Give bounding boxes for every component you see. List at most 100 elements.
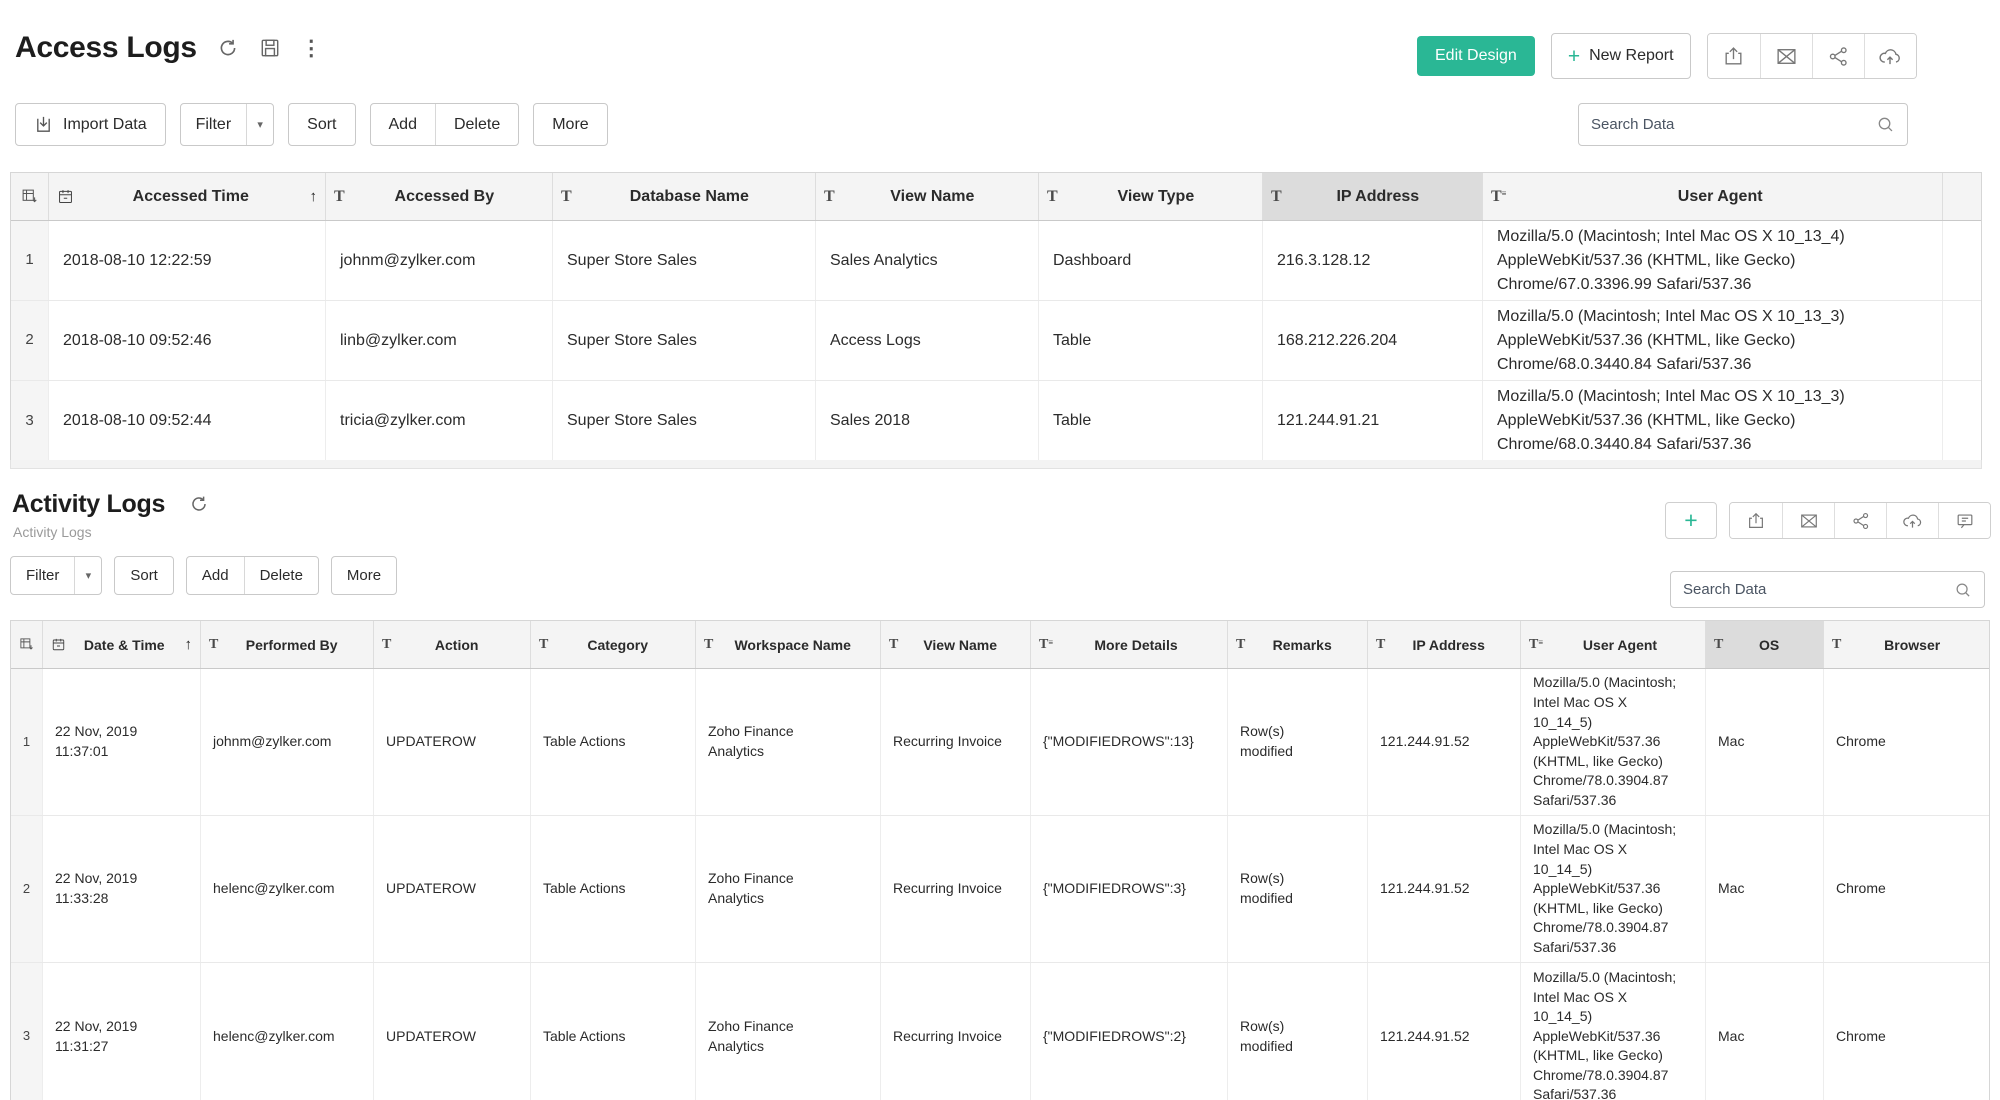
column-header-view-type[interactable]: T View Type <box>1039 173 1263 220</box>
cell-view-name[interactable]: Recurring Invoice <box>881 816 1031 962</box>
column-header-user-agent[interactable]: T≡ User Agent <box>1483 173 1943 220</box>
cell-ip-address[interactable]: 121.244.91.21 <box>1263 381 1483 461</box>
column-header-os[interactable]: T OS <box>1706 621 1824 668</box>
cell-date-time[interactable]: 22 Nov, 2019 11:37:01 <box>43 669 201 815</box>
refresh-button[interactable] <box>217 37 239 59</box>
cell-user-agent[interactable]: Mozilla/5.0 (Macintosh; Intel Mac OS X 1… <box>1483 221 1943 300</box>
cell-workspace-name[interactable]: Zoho Finance Analytics <box>696 963 881 1100</box>
sort-button[interactable]: Sort <box>114 556 174 595</box>
cell-view-name[interactable]: Sales 2018 <box>816 381 1039 461</box>
filter-button[interactable]: Filter <box>11 557 74 594</box>
cell-performed-by[interactable]: johnm@zylker.com <box>201 669 374 815</box>
cell-workspace-name[interactable]: Zoho Finance Analytics <box>696 816 881 962</box>
add-button[interactable]: Add <box>187 557 244 594</box>
filter-dropdown-button[interactable]: ▾ <box>246 104 273 145</box>
column-header-accessed-by[interactable]: T Accessed By <box>326 173 553 220</box>
export-button[interactable] <box>1708 34 1760 78</box>
column-header-more-details[interactable]: T≡ More Details <box>1031 621 1228 668</box>
more-button[interactable]: More <box>533 103 607 146</box>
cell-user-agent[interactable]: Mozilla/5.0 (Macintosh; Intel Mac OS X 1… <box>1521 669 1706 815</box>
cell-view-name[interactable]: Recurring Invoice <box>881 963 1031 1100</box>
column-header-date-time[interactable]: Date & Time ↑ <box>43 621 201 668</box>
cell-more-details[interactable]: {"MODIFIEDROWS":13} <box>1031 669 1228 815</box>
column-header-action[interactable]: T Action <box>374 621 531 668</box>
email-button[interactable] <box>1782 503 1834 538</box>
column-header-workspace-name[interactable]: T Workspace Name <box>696 621 881 668</box>
row-number[interactable]: 3 <box>11 963 43 1100</box>
cell-view-name[interactable]: Recurring Invoice <box>881 669 1031 815</box>
email-button[interactable] <box>1760 34 1812 78</box>
column-header-view-name[interactable]: T View Name <box>816 173 1039 220</box>
cell-user-agent[interactable]: Mozilla/5.0 (Macintosh; Intel Mac OS X 1… <box>1521 816 1706 962</box>
column-header-browser[interactable]: T Browser <box>1824 621 1991 668</box>
refresh-button[interactable] <box>189 494 209 514</box>
search-data-input[interactable] <box>1683 581 1954 598</box>
select-all-header[interactable] <box>11 173 49 220</box>
new-report-button[interactable]: + New Report <box>1551 33 1691 79</box>
column-header-view-name[interactable]: T View Name <box>881 621 1031 668</box>
cell-browser[interactable]: Chrome <box>1824 669 1991 815</box>
cell-ip-address[interactable]: 121.244.91.52 <box>1368 963 1521 1100</box>
search-data-input[interactable] <box>1591 116 1876 133</box>
cell-view-type[interactable]: Table <box>1039 301 1263 380</box>
cell-ip-address[interactable]: 168.212.226.204 <box>1263 301 1483 380</box>
cell-os[interactable]: Mac <box>1706 816 1824 962</box>
import-data-button[interactable]: Import Data <box>15 103 166 146</box>
column-header-ip-address[interactable]: T IP Address <box>1263 173 1483 220</box>
row-number[interactable]: 2 <box>11 301 49 380</box>
cell-user-agent[interactable]: Mozilla/5.0 (Macintosh; Intel Mac OS X 1… <box>1483 381 1943 461</box>
cell-ip-address[interactable]: 216.3.128.12 <box>1263 221 1483 300</box>
cell-accessed-time[interactable]: 2018-08-10 09:52:46 <box>49 301 326 380</box>
cell-category[interactable]: Table Actions <box>531 816 696 962</box>
cell-user-agent[interactable]: Mozilla/5.0 (Macintosh; Intel Mac OS X 1… <box>1521 963 1706 1100</box>
sort-button[interactable]: Sort <box>288 103 355 146</box>
cell-accessed-by[interactable]: johnm@zylker.com <box>326 221 553 300</box>
cell-action[interactable]: UPDATEROW <box>374 669 531 815</box>
cell-more-details[interactable]: {"MODIFIEDROWS":3} <box>1031 816 1228 962</box>
edit-design-button[interactable]: Edit Design <box>1417 36 1535 76</box>
cell-accessed-time[interactable]: 2018-08-10 09:52:44 <box>49 381 326 461</box>
save-button[interactable] <box>259 37 281 59</box>
cell-accessed-by[interactable]: linb@zylker.com <box>326 301 553 380</box>
share-button[interactable] <box>1812 34 1864 78</box>
cell-view-name[interactable]: Access Logs <box>816 301 1039 380</box>
cell-database-name[interactable]: Super Store Sales <box>553 301 816 380</box>
more-options-button[interactable]: ⋮ <box>301 38 322 59</box>
cell-date-time[interactable]: 22 Nov, 2019 11:31:27 <box>43 963 201 1100</box>
more-button[interactable]: More <box>331 556 397 595</box>
row-number[interactable]: 2 <box>11 816 43 962</box>
cell-view-type[interactable]: Table <box>1039 381 1263 461</box>
cell-user-agent[interactable]: Mozilla/5.0 (Macintosh; Intel Mac OS X 1… <box>1483 301 1943 380</box>
cell-performed-by[interactable]: helenc@zylker.com <box>201 963 374 1100</box>
publish-button[interactable] <box>1864 34 1916 78</box>
delete-button[interactable]: Delete <box>435 104 518 145</box>
row-number[interactable]: 1 <box>11 221 49 300</box>
access-table-scroll-strip[interactable] <box>10 460 1982 469</box>
cell-remarks[interactable]: Row(s) modified <box>1228 816 1368 962</box>
column-header-ip-address[interactable]: T IP Address <box>1368 621 1521 668</box>
cell-performed-by[interactable]: helenc@zylker.com <box>201 816 374 962</box>
cell-os[interactable]: Mac <box>1706 669 1824 815</box>
cell-date-time[interactable]: 22 Nov, 2019 11:33:28 <box>43 816 201 962</box>
cell-category[interactable]: Table Actions <box>531 963 696 1100</box>
cell-remarks[interactable]: Row(s) modified <box>1228 669 1368 815</box>
cell-workspace-name[interactable]: Zoho Finance Analytics <box>696 669 881 815</box>
add-button[interactable]: Add <box>371 104 435 145</box>
cell-browser[interactable]: Chrome <box>1824 963 1991 1100</box>
cell-browser[interactable]: Chrome <box>1824 816 1991 962</box>
cell-remarks[interactable]: Row(s) modified <box>1228 963 1368 1100</box>
filter-dropdown-button[interactable]: ▾ <box>74 557 101 594</box>
cell-os[interactable]: Mac <box>1706 963 1824 1100</box>
cell-accessed-time[interactable]: 2018-08-10 12:22:59 <box>49 221 326 300</box>
cell-ip-address[interactable]: 121.244.91.52 <box>1368 669 1521 815</box>
export-button[interactable] <box>1730 503 1782 538</box>
share-button[interactable] <box>1834 503 1886 538</box>
column-header-performed-by[interactable]: T Performed By <box>201 621 374 668</box>
cell-more-details[interactable]: {"MODIFIEDROWS":2} <box>1031 963 1228 1100</box>
column-header-remarks[interactable]: T Remarks <box>1228 621 1368 668</box>
cell-view-type[interactable]: Dashboard <box>1039 221 1263 300</box>
column-header-accessed-time[interactable]: Accessed Time ↑ <box>49 173 326 220</box>
cell-category[interactable]: Table Actions <box>531 669 696 815</box>
cell-accessed-by[interactable]: tricia@zylker.com <box>326 381 553 461</box>
cell-ip-address[interactable]: 121.244.91.52 <box>1368 816 1521 962</box>
